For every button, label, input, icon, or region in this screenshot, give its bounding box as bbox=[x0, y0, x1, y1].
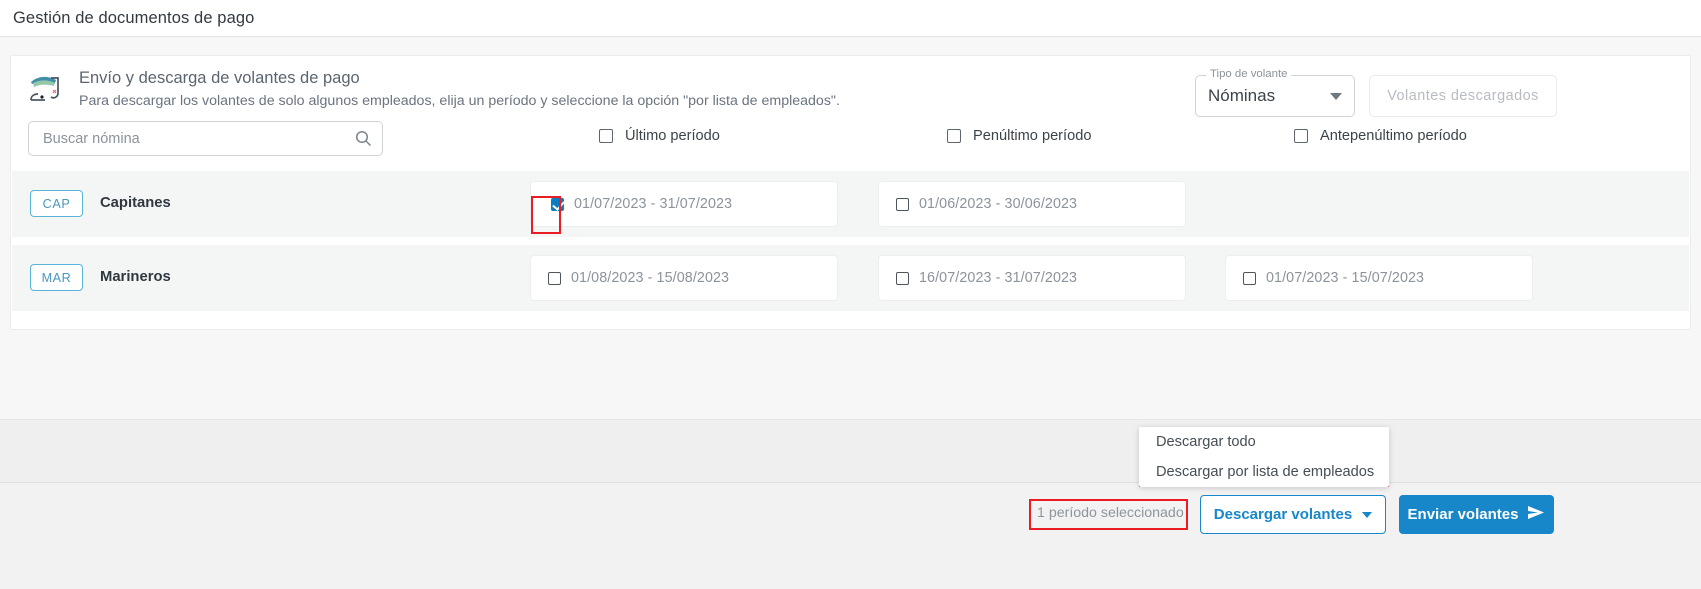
period-chip[interactable]: 01/06/2023 - 30/06/2023 bbox=[878, 181, 1186, 227]
row-code-badge: MAR bbox=[30, 264, 83, 291]
column-header-ultimo[interactable]: Último período bbox=[599, 128, 720, 144]
footer-strip bbox=[0, 419, 1701, 483]
period-checkbox[interactable] bbox=[896, 197, 909, 211]
period-label: 01/08/2023 - 15/08/2023 bbox=[571, 270, 730, 286]
column-header-penultimo[interactable]: Penúltimo período bbox=[947, 128, 1091, 144]
column-checkbox[interactable] bbox=[599, 129, 613, 143]
search-icon[interactable] bbox=[355, 130, 372, 152]
period-checkbox[interactable] bbox=[896, 271, 909, 285]
filter-row: Último período Penúltimo período Antepen… bbox=[11, 121, 1690, 171]
search-box[interactable] bbox=[28, 121, 383, 156]
download-payslips-button[interactable]: Descargar volantes bbox=[1200, 495, 1386, 534]
selected-count-label: 1 período seleccionado bbox=[1037, 505, 1184, 521]
period-chip[interactable]: 16/07/2023 - 31/07/2023 bbox=[878, 255, 1186, 301]
row-code-badge: CAP bbox=[30, 190, 83, 217]
row-name: Marineros bbox=[100, 269, 171, 285]
period-label: 01/07/2023 - 31/07/2023 bbox=[574, 196, 733, 212]
column-label: Penúltimo período bbox=[973, 128, 1092, 144]
volante-type-value: Nóminas bbox=[1208, 86, 1276, 105]
period-checkbox[interactable] bbox=[1243, 271, 1256, 285]
card-title: Envío y descarga de volantes de pago bbox=[79, 69, 360, 87]
send-arrow-icon bbox=[1527, 505, 1545, 524]
volante-type-select[interactable]: Tipo de volante Nóminas bbox=[1195, 68, 1355, 117]
download-payslips-label: Descargar volantes bbox=[1213, 506, 1353, 523]
period-label: 16/07/2023 - 31/07/2023 bbox=[919, 270, 1078, 286]
card-header: Envío y descarga de volantes de pago Par… bbox=[11, 56, 1690, 121]
download-dropdown-menu: Descargar todo Descargar por lista de em… bbox=[1139, 427, 1389, 487]
downloaded-payslips-button[interactable]: Volantes descargados bbox=[1369, 75, 1557, 117]
search-input[interactable] bbox=[41, 122, 331, 155]
menu-item-descargar-todo[interactable]: Descargar todo bbox=[1139, 427, 1389, 457]
chevron-down-icon bbox=[1362, 511, 1373, 518]
period-chip[interactable]: 01/07/2023 - 15/07/2023 bbox=[1225, 255, 1533, 301]
send-payslips-label: Enviar volantes bbox=[1407, 506, 1519, 523]
period-checkbox[interactable] bbox=[551, 197, 564, 211]
payslip-card: Envío y descarga de volantes de pago Par… bbox=[10, 55, 1691, 330]
period-checkbox[interactable] bbox=[548, 271, 561, 285]
row-name: Capitanes bbox=[100, 195, 171, 211]
card-header-text: Envío y descarga de volantes de pago Par… bbox=[79, 67, 840, 112]
volante-type-legend: Tipo de volante bbox=[1206, 68, 1292, 80]
column-header-antepenultimo[interactable]: Antepenúltimo período bbox=[1294, 128, 1467, 144]
menu-item-descargar-por-lista[interactable]: Descargar por lista de empleados bbox=[1139, 457, 1389, 487]
period-chip[interactable]: 01/08/2023 - 15/08/2023 bbox=[530, 255, 838, 301]
page-title: Gestión de documentos de pago bbox=[13, 9, 255, 27]
period-label: 01/07/2023 - 15/07/2023 bbox=[1266, 270, 1425, 286]
period-label: 01/06/2023 - 30/06/2023 bbox=[919, 196, 1078, 212]
period-chip[interactable]: 01/07/2023 - 31/07/2023 bbox=[530, 181, 838, 227]
table-row: CAP Capitanes 01/07/2023 - 31/07/2023 01… bbox=[12, 171, 1689, 237]
column-checkbox[interactable] bbox=[947, 129, 961, 143]
card-subtitle: Para descargar los volantes de solo algu… bbox=[79, 93, 840, 109]
column-label: Antepenúltimo período bbox=[1320, 128, 1467, 144]
page-root: Gestión de documentos de pago Envío y de… bbox=[0, 0, 1701, 589]
table-row: MAR Marineros 01/08/2023 - 15/08/2023 16… bbox=[12, 245, 1689, 311]
column-checkbox[interactable] bbox=[1294, 129, 1308, 143]
send-payslips-button[interactable]: Enviar volantes bbox=[1399, 495, 1554, 534]
title-bar: Gestión de documentos de pago bbox=[0, 0, 1701, 37]
column-label: Último período bbox=[625, 128, 720, 144]
chevron-down-icon bbox=[1330, 93, 1342, 100]
payroll-stamp-icon bbox=[25, 69, 67, 111]
